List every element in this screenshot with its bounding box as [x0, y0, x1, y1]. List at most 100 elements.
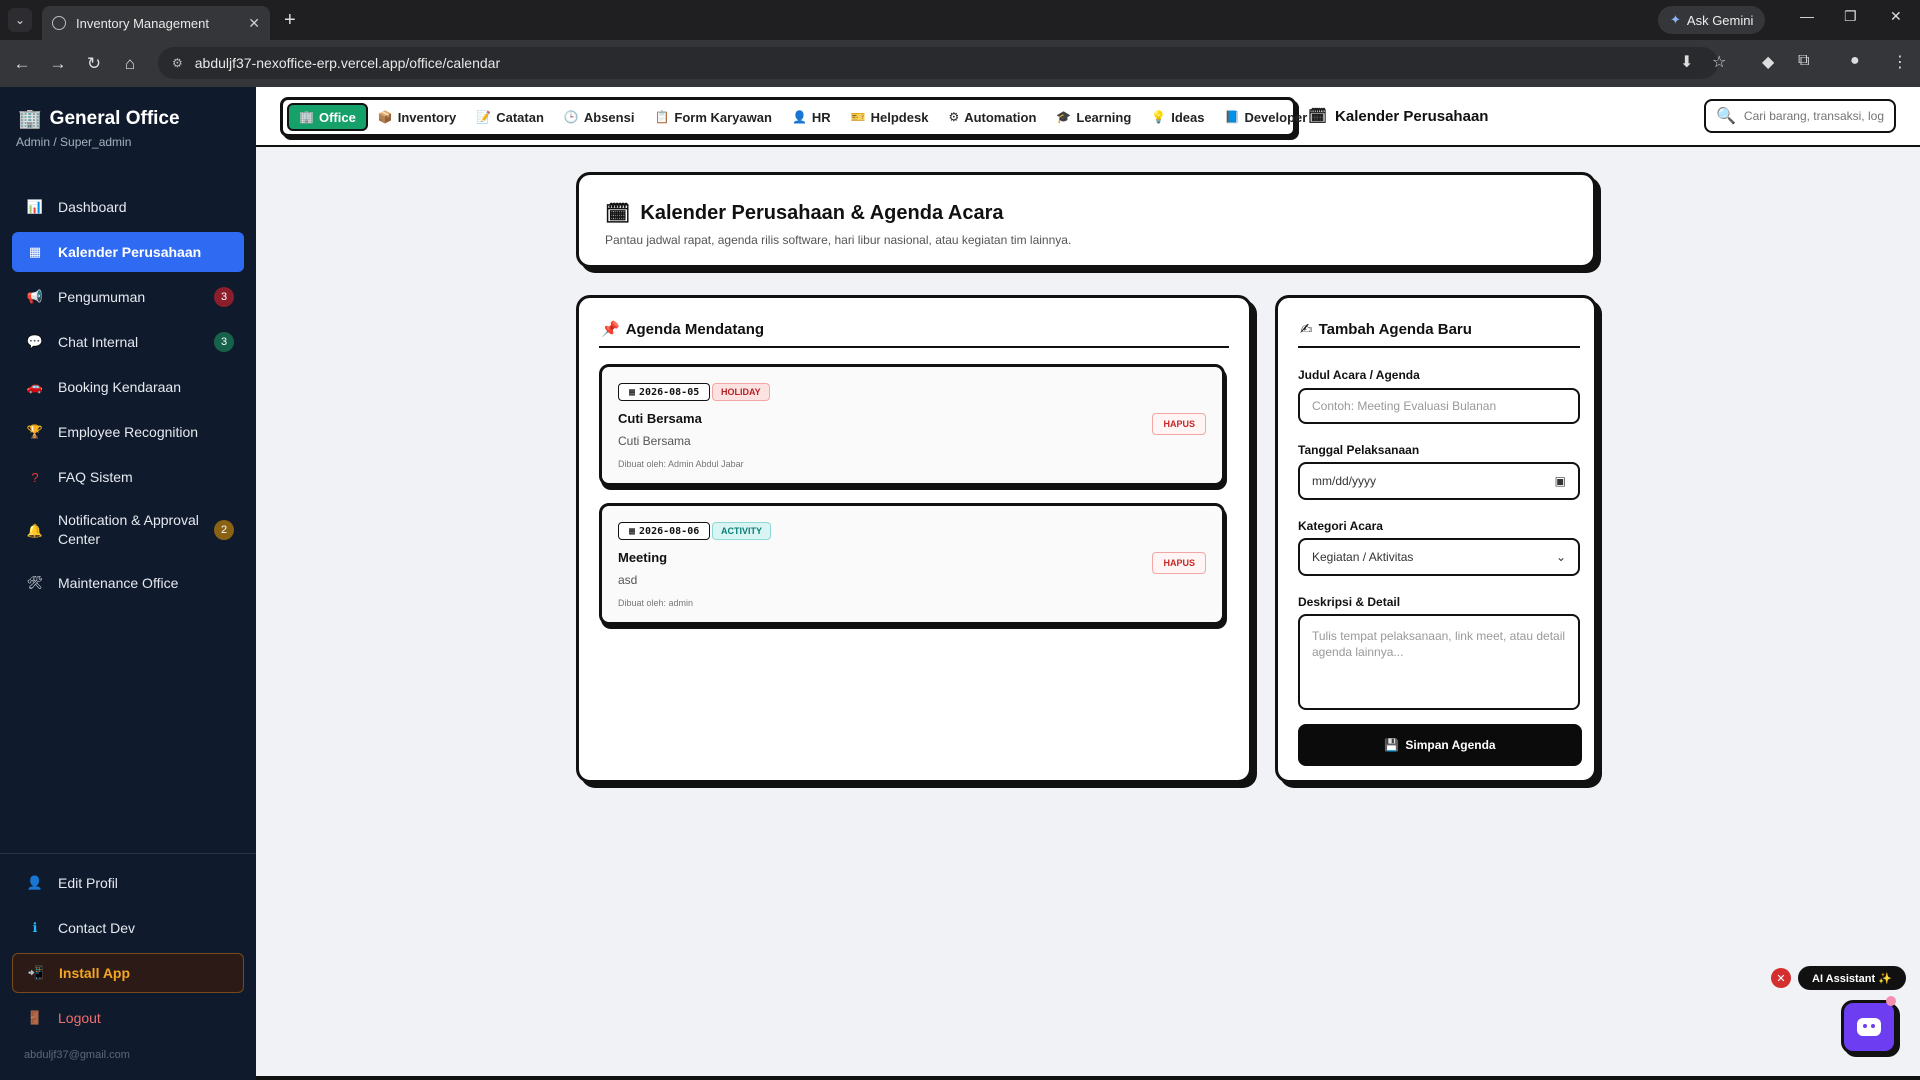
event-name: Meeting: [618, 550, 668, 565]
bottom-border: [256, 1076, 1920, 1080]
tab-search-icon[interactable]: ⌄: [8, 8, 32, 32]
browser-menu-icon[interactable]: ⋮: [1892, 52, 1908, 72]
ai-assistant-label[interactable]: AI Assistant ✨: [1798, 966, 1906, 990]
breadcrumb-label: Kalender Perusahaan: [1335, 107, 1489, 125]
module-absensi[interactable]: 🕒 Absensi: [554, 103, 645, 131]
install-app-button[interactable]: 📲 Install App: [12, 953, 244, 993]
puzzle-icon[interactable]: ⧉: [1798, 52, 1809, 70]
page-title: 🗓 Kalender Perusahaan & Agenda Acara: [605, 201, 1004, 226]
sidebar-item-booking[interactable]: 🚗 Booking Kendaraan: [12, 367, 244, 407]
gear-icon: ⚙: [948, 110, 960, 124]
sidebar-item-chat[interactable]: 💬 Chat Internal 3: [12, 322, 244, 362]
sidebar-divider: [0, 853, 256, 854]
module-office[interactable]: 🏢 Office: [287, 103, 368, 131]
chat-icon: 💬: [26, 334, 44, 349]
sidebar-item-label: Kalender Perusahaan: [58, 244, 202, 260]
calendar-picker-icon[interactable]: ▣: [1555, 474, 1566, 488]
description-textarea[interactable]: Tulis tempat pelaksanaan, link meet, ata…: [1298, 614, 1580, 710]
page-description: Pantau jadwal rapat, agenda rilis softwa…: [605, 233, 1072, 247]
module-form-karyawan[interactable]: 📋 Form Karyawan: [644, 103, 782, 131]
count-badge: 3: [214, 287, 234, 307]
ask-gemini-button[interactable]: ✦ Ask Gemini: [1658, 6, 1766, 34]
restore-icon[interactable]: ❐: [1844, 8, 1857, 25]
close-tab-icon[interactable]: ✕: [248, 15, 260, 32]
count-badge: 3: [214, 332, 234, 352]
building-icon: 🏢: [18, 109, 42, 130]
module-catatan[interactable]: 📝 Catatan: [466, 103, 554, 131]
reload-icon[interactable]: ↻: [76, 54, 112, 74]
event-description: asd: [618, 573, 638, 587]
logout-button[interactable]: 🚪 Logout: [12, 998, 244, 1038]
bell-icon: 🔔: [26, 522, 44, 538]
graduation-cap-icon: 🎓: [1056, 110, 1072, 124]
event-date: ▦ 2026-08-05: [618, 383, 711, 401]
calendar-icon: 🗓: [1308, 108, 1328, 125]
event-name: Cuti Bersama: [618, 411, 702, 426]
search-input[interactable]: [1743, 109, 1884, 123]
address-bar[interactable]: ⚙ abduljf37-nexoffice-erp.vercel.app/off…: [158, 47, 1718, 79]
gemini-icon: ✦: [1670, 12, 1681, 27]
module-label: Learning: [1076, 109, 1132, 125]
sidebar-item-kalender[interactable]: ▦ Kalender Perusahaan: [12, 232, 244, 272]
close-assistant-icon[interactable]: ✕: [1771, 968, 1791, 988]
sidebar-item-label: FAQ Sistem: [58, 469, 133, 485]
minimize-icon[interactable]: —: [1800, 8, 1814, 24]
module-inventory[interactable]: 📦 Inventory: [368, 103, 466, 131]
module-label: Form Karyawan: [674, 109, 772, 125]
person-icon: 👤: [791, 110, 807, 124]
ai-assistant-button[interactable]: [1841, 1000, 1897, 1054]
module-learning[interactable]: 🎓 Learning: [1046, 103, 1141, 131]
new-tab-icon[interactable]: +: [284, 9, 296, 32]
date-input[interactable]: mm/dd/yyyy ▣: [1298, 462, 1580, 500]
global-search[interactable]: 🔍: [1704, 99, 1896, 133]
forward-icon[interactable]: →: [40, 54, 76, 74]
agenda-event: ▦ 2026-08-05 HOLIDAY Cuti Bersama Cuti Be…: [599, 364, 1225, 486]
sidebar-item-pengumuman[interactable]: 📢 Pengumuman 3: [12, 277, 244, 317]
agenda-list-card: 📌 Agenda Mendatang ▦ 2026-08-05 HOLIDAY C…: [576, 295, 1252, 783]
writing-hand-icon: ✍: [1300, 321, 1313, 338]
browser-tab[interactable]: Inventory Management ✕: [42, 6, 270, 40]
form-title-text: Tambah Agenda Baru: [1318, 320, 1472, 338]
home-icon[interactable]: ⌂: [112, 54, 148, 74]
sidebar-bottom: 👤 Edit Profil ℹ Contact Dev 📲 Install Ap…: [12, 863, 244, 1043]
module-label: Automation: [964, 109, 1037, 125]
title-input[interactable]: Contoh: Meeting Evaluasi Bulanan: [1298, 388, 1580, 424]
calendar-icon: ▦: [629, 525, 636, 537]
module-nav: 🏢 Office 📦 Inventory 📝 Catatan 🕒 Absensi 📋 Fo…: [280, 97, 1307, 137]
title-field-label: Judul Acara / Agenda: [1298, 368, 1420, 382]
module-hr[interactable]: 👤 HR: [782, 103, 841, 131]
extension-icon[interactable]: ◆: [1762, 52, 1774, 72]
search-icon: 🔍: [1716, 108, 1736, 125]
sidebar: 🏢 General Office Admin / Super_admin 📊 D…: [0, 87, 256, 1080]
sidebar-item-label: Employee Recognition: [58, 424, 199, 440]
close-window-icon[interactable]: ✕: [1890, 8, 1902, 25]
module-label: HR: [811, 109, 831, 125]
save-agenda-button[interactable]: 💾 Simpan Agenda: [1298, 724, 1582, 766]
category-selected-value: Kegiatan / Aktivitas: [1312, 550, 1414, 564]
sidebar-item-maintenance[interactable]: 🛠 Maintenance Office: [12, 563, 244, 603]
site-info-icon[interactable]: ⚙: [172, 56, 183, 70]
module-ideas[interactable]: 💡 Ideas: [1141, 103, 1214, 131]
sidebar-item-dashboard[interactable]: 📊 Dashboard: [12, 187, 244, 227]
module-automation[interactable]: ⚙ Automation: [938, 103, 1046, 131]
sidebar-item-recognition[interactable]: 🏆 Employee Recognition: [12, 412, 244, 452]
profile-avatar-icon[interactable]: ●: [1850, 52, 1860, 70]
install-page-icon[interactable]: ⬇: [1680, 52, 1693, 72]
sidebar-item-notification[interactable]: 🔔 Notification & Approval Center 2: [12, 502, 244, 558]
module-developer[interactable]: 📘 Developer: [1214, 103, 1317, 131]
back-icon[interactable]: ←: [4, 54, 40, 74]
module-helpdesk[interactable]: 🎫 Helpdesk: [841, 103, 939, 131]
delete-event-button[interactable]: HAPUS: [1152, 413, 1206, 435]
module-label: Helpdesk: [870, 109, 929, 125]
clipboard-icon: 📋: [654, 110, 670, 124]
sidebar-item-faq[interactable]: ? FAQ Sistem: [12, 457, 244, 497]
bookmark-star-icon[interactable]: ☆: [1712, 52, 1726, 72]
lightbulb-icon: 💡: [1151, 110, 1167, 124]
edit-profile-link[interactable]: 👤 Edit Profil: [12, 863, 244, 903]
category-select[interactable]: Kegiatan / Aktivitas ⌄: [1298, 538, 1580, 576]
car-icon: 🚗: [26, 379, 44, 394]
brand: 🏢 General Office: [18, 107, 180, 131]
contact-dev-link[interactable]: ℹ Contact Dev: [12, 908, 244, 948]
delete-event-button[interactable]: HAPUS: [1152, 552, 1206, 574]
logout-label: Logout: [58, 1010, 101, 1026]
